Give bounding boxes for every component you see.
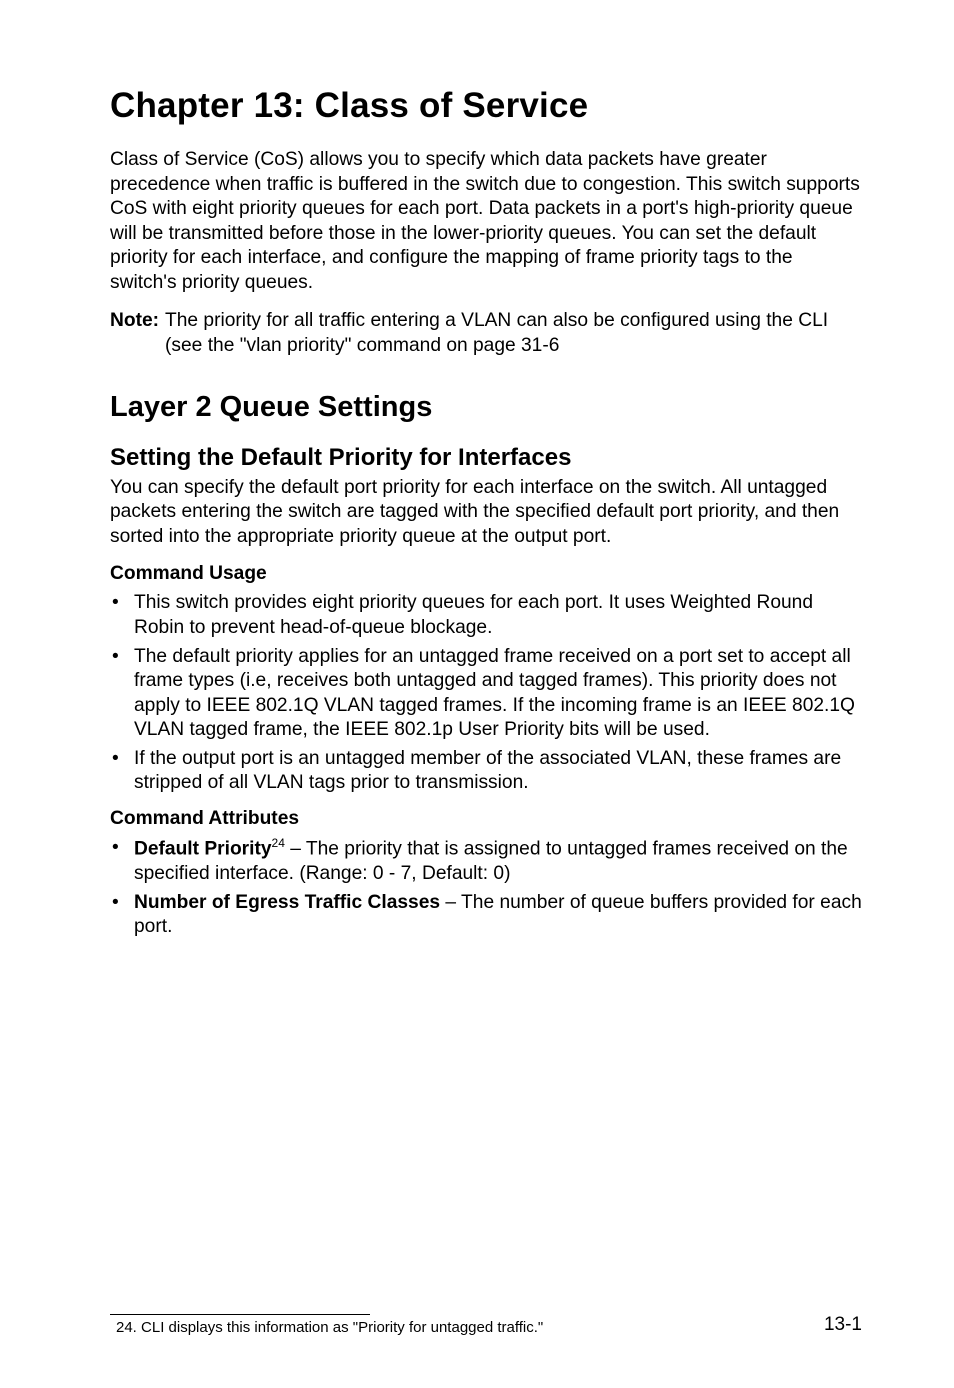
page-number: 13-1 <box>824 1314 862 1336</box>
note-label: Note: <box>110 309 165 358</box>
list-item: If the output port is an untagged member… <box>110 747 862 796</box>
page: Chapter 13: Class of Service Class of Se… <box>0 0 954 1388</box>
attr-sup: 24 <box>272 836 285 850</box>
attr-lead: Number of Egress Traffic Classes <box>134 892 440 913</box>
attr-lead: Default Priority <box>134 838 272 859</box>
list-item: This switch provides eight priority queu… <box>110 591 862 640</box>
list-item: Number of Egress Traffic Classes – The n… <box>110 891 862 940</box>
intro-paragraph: Class of Service (CoS) allows you to spe… <box>110 148 862 295</box>
note-text: The priority for all traffic entering a … <box>165 309 862 358</box>
footnote: 24. CLI displays this information as "Pr… <box>116 1319 862 1336</box>
section-heading-layer2: Layer 2 Queue Settings <box>110 391 862 424</box>
command-usage-list: This switch provides eight priority queu… <box>110 591 862 796</box>
section-heading-default-priority: Setting the Default Priority for Interfa… <box>110 444 862 472</box>
footer: 24. CLI displays this information as "Pr… <box>110 1314 862 1336</box>
note-block: Note: The priority for all traffic enter… <box>110 309 862 358</box>
command-attributes-list: Default Priority24 – The priority that i… <box>110 836 862 940</box>
footnote-rule <box>110 1314 370 1315</box>
footnote-text: CLI displays this information as "Priori… <box>141 1319 543 1336</box>
list-item: Default Priority24 – The priority that i… <box>110 836 862 887</box>
section-intro-paragraph: You can specify the default port priorit… <box>110 476 862 550</box>
list-item: The default priority applies for an unta… <box>110 645 862 743</box>
command-attributes-heading: Command Attributes <box>110 808 862 830</box>
command-usage-heading: Command Usage <box>110 563 862 585</box>
chapter-title: Chapter 13: Class of Service <box>110 86 862 126</box>
footnote-marker: 24. <box>116 1319 137 1336</box>
